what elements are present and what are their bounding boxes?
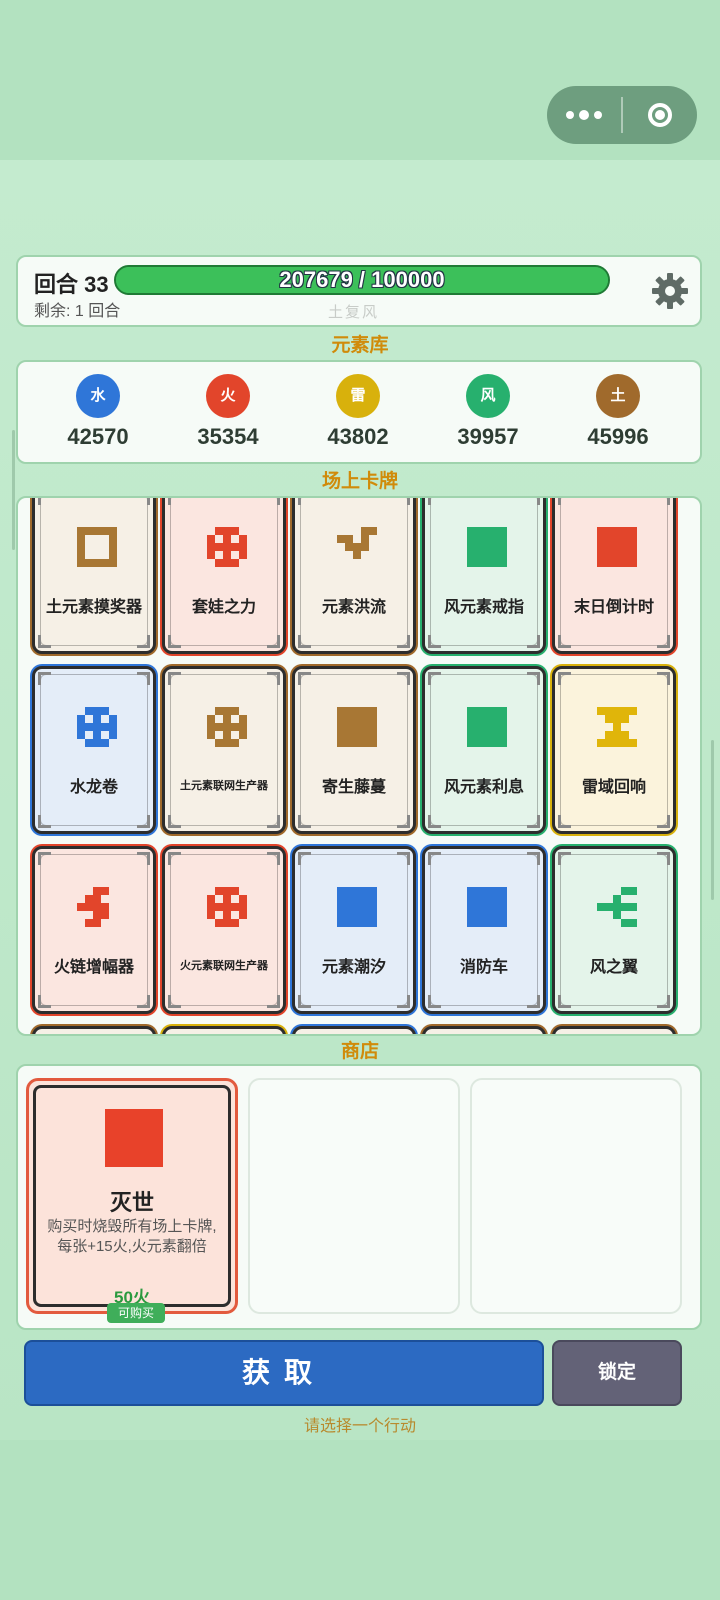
buyable-badge: 可购买: [107, 1303, 165, 1323]
round-label: 回合 33: [34, 272, 109, 297]
element-counter: 火 35354: [178, 374, 278, 450]
faint-subtitle: 土复风: [328, 304, 380, 321]
card-name: 套娃之力: [191, 599, 256, 616]
board-card[interactable]: 消防车: [422, 846, 546, 1014]
card-name: 火元素联网生产器: [180, 960, 268, 972]
board-card[interactable]: 风之翼: [552, 846, 676, 1014]
card-name: 元素洪流: [321, 599, 386, 616]
green-arrow-icon: [597, 887, 637, 927]
brown-zigzag-icon: [337, 527, 377, 559]
yellow-hourglass-icon: [597, 707, 637, 747]
board-card[interactable]: 末日倒计时: [552, 498, 676, 654]
shop-label: 商店: [340, 1041, 379, 1062]
board-card[interactable]: 元素潮汐: [292, 846, 416, 1014]
card-name: 风之翼: [589, 959, 638, 976]
card-name: 火链增幅器: [53, 959, 134, 976]
more-dots-icon[interactable]: [547, 86, 621, 144]
shop-card-title: 灭世: [109, 1190, 154, 1215]
blue-square-icon: [337, 887, 377, 927]
element-amount: 43802: [327, 424, 389, 449]
element-counter: 土 45996: [568, 374, 668, 450]
scroll-indicator: [711, 740, 714, 900]
close-circle-icon[interactable]: [623, 86, 697, 144]
red-square-icon: [597, 527, 637, 567]
board-card[interactable]: 寄生藤蔓: [292, 666, 416, 834]
red-grid-icon: [207, 527, 247, 567]
card-name: 消防车: [459, 959, 508, 976]
status-bar: 回合 33 剩余: 1 回合 207679 / 100000 土复风: [16, 255, 702, 327]
get-button[interactable]: 获取: [24, 1340, 544, 1406]
element-amount: 39957: [457, 424, 519, 449]
card-name: 末日倒计时: [573, 599, 654, 616]
empty-shop-slot[interactable]: [248, 1078, 460, 1314]
mini-program-capsule: [547, 86, 697, 144]
board-card[interactable]: 元素洪流: [292, 498, 416, 654]
board-card[interactable]: 火链增幅器: [32, 846, 156, 1014]
remaining-rounds: 剩余: 1 回合: [34, 303, 121, 320]
board-card-partial[interactable]: [422, 1026, 546, 1034]
progress-text: 207679 / 100000: [279, 267, 445, 292]
blue-grid-icon: [77, 707, 117, 747]
board-card[interactable]: 套娃之力: [162, 498, 286, 654]
element-amount: 35354: [197, 424, 259, 449]
element-amount: 42570: [67, 424, 129, 449]
board-card-partial[interactable]: [292, 1026, 416, 1034]
empty-shop-slot[interactable]: [470, 1078, 682, 1314]
red-s-shape-icon: [77, 887, 109, 927]
board-card[interactable]: 土元素联网生产器: [162, 666, 286, 834]
element-counter: 雷 43802: [308, 374, 408, 450]
brown-hollow-square-icon: [77, 527, 117, 567]
board-card[interactable]: 雷域回响: [552, 666, 676, 834]
element-bank: 水 42570 火 35354 雷 43802 风 39957 土 45996: [16, 360, 702, 464]
board-card[interactable]: 风元素利息: [422, 666, 546, 834]
shop-card-annihilation[interactable]: 灭世 购买时烧毁所有场上卡牌,每张+15火,火元素翻倍 50火 可购买: [26, 1078, 238, 1323]
board-card[interactable]: 火元素联网生产器: [162, 846, 286, 1014]
shop-panel: 灭世 购买时烧毁所有场上卡牌,每张+15火,火元素翻倍 50火 可购买: [16, 1064, 702, 1330]
board-card[interactable]: 土元素摸奖器: [32, 498, 156, 654]
card-name: 雷域回响: [581, 779, 646, 796]
element-counter: 水 42570: [48, 374, 148, 450]
element-badge: 火: [206, 374, 250, 418]
board-label: 场上卡牌: [321, 471, 398, 492]
lock-button[interactable]: 锁定: [552, 1340, 682, 1406]
brown-grid-icon: [207, 707, 247, 747]
brown-square-icon: [337, 707, 377, 747]
card-name: 土元素摸奖器: [45, 599, 142, 616]
action-hint: 请选择一个行动: [303, 1418, 416, 1435]
element-badge: 水: [76, 374, 120, 418]
element-bank-label: 元素库: [331, 335, 389, 356]
shop-card-description: 购买时烧毁所有场上卡牌,每张+15火,火元素翻倍: [47, 1218, 217, 1255]
card-name: 风元素利息: [443, 779, 524, 796]
card-name: 寄生藤蔓: [321, 779, 386, 796]
gear-icon[interactable]: [650, 271, 690, 311]
card-name: 风元素戒指: [443, 599, 524, 616]
element-amount: 45996: [587, 424, 649, 449]
scroll-indicator: [12, 430, 15, 550]
element-badge: 风: [466, 374, 510, 418]
element-badge: 土: [596, 374, 640, 418]
card-name: 元素潮汐: [321, 959, 386, 976]
green-square-icon: [467, 527, 507, 567]
score-progress-bar: 207679 / 100000: [114, 265, 610, 295]
board-card[interactable]: 水龙卷: [32, 666, 156, 834]
card-name: 土元素联网生产器: [180, 780, 268, 792]
element-badge: 雷: [336, 374, 380, 418]
board-card[interactable]: 风元素戒指: [422, 498, 546, 654]
element-counter: 风 39957: [438, 374, 538, 450]
red-grid-icon: [207, 887, 247, 927]
green-square-icon: [467, 707, 507, 747]
card-name: 水龙卷: [69, 779, 118, 796]
red-square-icon: [105, 1109, 163, 1167]
board-card-grid: 土元素摸奖器 套娃之力 元素洪流 风元素戒指 末日倒计时 水龙卷 土元素联网生产…: [16, 496, 702, 1036]
blue-square-icon: [467, 887, 507, 927]
board-card-partial[interactable]: [162, 1026, 286, 1034]
board-card-partial[interactable]: [552, 1026, 676, 1034]
board-card-partial[interactable]: [32, 1026, 156, 1034]
